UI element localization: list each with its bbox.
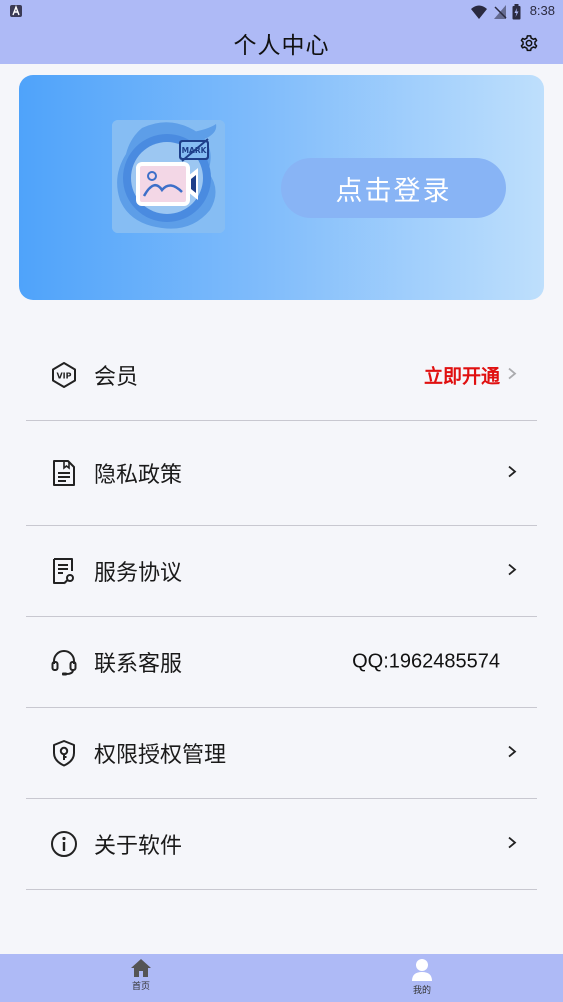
top-bar: 8:38 个人中心 [0, 0, 563, 64]
chevron-right-icon [508, 563, 517, 576]
home-icon [131, 959, 151, 977]
nav-mine-label: 我的 [412, 986, 431, 996]
status-bar: 8:38 [0, 0, 563, 24]
agreement-icon [53, 558, 74, 585]
info-icon [51, 831, 77, 857]
app-logo: MARK [112, 120, 225, 233]
chevron-right-icon [508, 745, 517, 758]
settings-menu: VIP 会员 立即开通 隐私政策 服务协议 联系客服 QQ:1962485574… [26, 330, 537, 890]
nav-mine[interactable]: 我的 [382, 958, 462, 996]
document-icon [53, 460, 75, 486]
bottom-nav: 首页 我的 [0, 954, 563, 1002]
menu-item-contact[interactable]: 联系客服 QQ:1962485574 [26, 617, 537, 708]
chevron-right-icon [508, 465, 517, 478]
headset-icon [51, 650, 77, 676]
menu-item-vip[interactable]: VIP 会员 立即开通 [26, 330, 537, 421]
battery-icon [512, 4, 521, 20]
menu-item-about[interactable]: 关于软件 [26, 799, 537, 890]
wifi-icon [471, 5, 487, 19]
person-icon [412, 959, 432, 981]
vip-icon: VIP [52, 362, 76, 388]
chevron-right-icon [508, 367, 517, 380]
nav-home[interactable]: 首页 [101, 958, 181, 992]
menu-item-label: 隐私政策 [94, 463, 183, 488]
menu-item-label: 服务协议 [94, 561, 183, 586]
no-signal-icon [494, 5, 507, 19]
gear-icon[interactable] [519, 33, 539, 53]
nav-home-label: 首页 [131, 982, 150, 992]
contact-qq-value: QQ:1962485574 [352, 650, 500, 673]
page-title: 个人中心 [233, 33, 330, 59]
chevron-right-icon [508, 836, 517, 849]
login-banner: MARK 点击登录 [19, 75, 544, 300]
menu-item-service-agreement[interactable]: 服务协议 [26, 526, 537, 617]
menu-item-label: 关于软件 [94, 834, 183, 859]
vip-activate-link[interactable]: 立即开通 [424, 362, 500, 389]
login-button[interactable]: 点击登录 [281, 158, 506, 218]
menu-item-label: 权限授权管理 [94, 743, 227, 768]
shield-key-icon [53, 740, 75, 767]
menu-item-label: 联系客服 [94, 652, 183, 677]
menu-item-permissions[interactable]: 权限授权管理 [26, 708, 537, 799]
app-notification-icon [10, 5, 22, 17]
menu-item-privacy[interactable]: 隐私政策 [26, 421, 537, 526]
svg-text:VIP: VIP [56, 372, 71, 381]
menu-item-label: 会员 [94, 365, 139, 390]
clock: 8:38 [529, 3, 555, 18]
